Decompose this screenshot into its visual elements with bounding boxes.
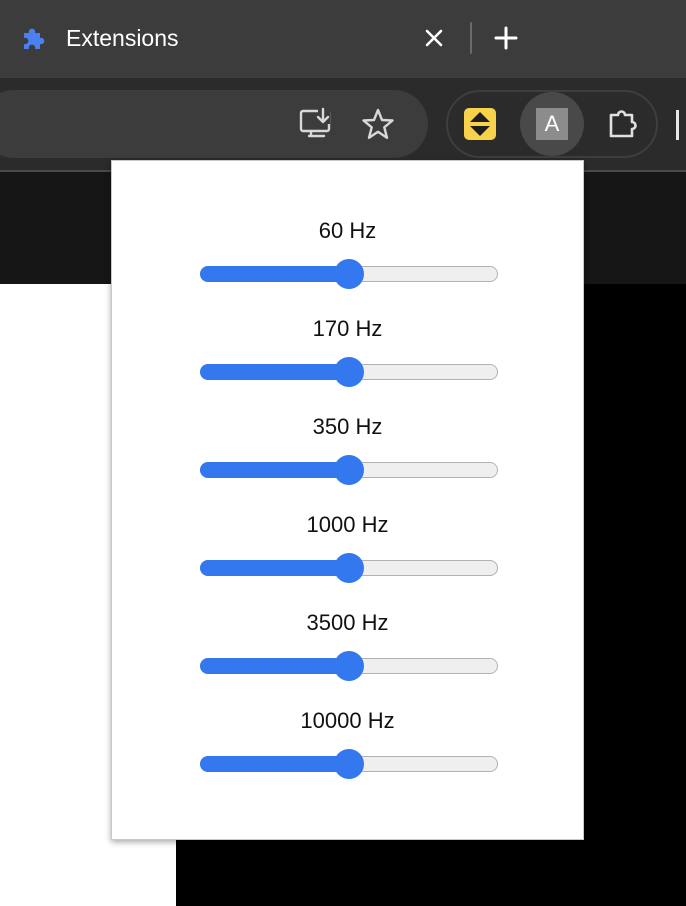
equalizer-band: 10000 Hz — [112, 651, 583, 779]
extension-button-equalizer[interactable]: A — [520, 92, 584, 156]
equalizer-popup: 60 Hz 170 Hz 350 Hz 1000 Hz 3500 Hz 10000 Hz — [111, 160, 584, 840]
band-gain-slider[interactable] — [200, 749, 498, 779]
equalizer-band: 60 Hz — [112, 161, 583, 289]
close-icon[interactable] — [420, 24, 448, 52]
band-frequency-label: 350 Hz — [312, 414, 383, 439]
equalizer-band: 3500 Hz — [112, 553, 583, 681]
slider-thumb[interactable] — [334, 749, 364, 779]
extensions-menu-button[interactable] — [592, 92, 656, 156]
install-app-button[interactable] — [296, 106, 336, 142]
toolbar: A — [0, 78, 686, 170]
band-frequency-label: 170 Hz — [312, 316, 383, 341]
equalizer-band: 350 Hz — [112, 357, 583, 485]
star-icon — [362, 108, 394, 139]
band-frequency-label: 10000 Hz — [300, 708, 395, 733]
tab-separator — [470, 22, 472, 54]
extension-letter: A — [544, 111, 560, 136]
band-frequency-label: 3500 Hz — [306, 610, 389, 635]
install-app-icon — [299, 107, 331, 138]
tab-title: Extensions — [66, 25, 179, 51]
band-frequency-label: 1000 Hz — [306, 512, 389, 537]
yellow-up-down-arrows-icon — [464, 108, 496, 140]
band-frequency-label: 60 Hz — [318, 218, 377, 243]
extension-button-arrows[interactable] — [448, 92, 512, 156]
plus-icon — [494, 26, 518, 50]
letter-a-icon: A — [536, 108, 568, 140]
new-tab-button[interactable] — [490, 22, 522, 54]
equalizer-band: 170 Hz — [112, 259, 583, 387]
tab-extensions[interactable]: Extensions — [0, 0, 686, 78]
toolbar-separator — [676, 110, 679, 140]
bookmark-star-button[interactable] — [358, 106, 398, 142]
slider-fill — [200, 756, 349, 772]
puzzle-piece-icon — [18, 24, 48, 54]
browser-window: Extensions A 60 Hz 170 Hz 350 Hz 1000 Hz… — [0, 0, 686, 906]
extensions-group: A — [446, 90, 658, 158]
equalizer-band: 1000 Hz — [112, 455, 583, 583]
puzzle-piece-outline-icon — [609, 110, 637, 138]
tab-strip: Extensions — [0, 0, 686, 78]
